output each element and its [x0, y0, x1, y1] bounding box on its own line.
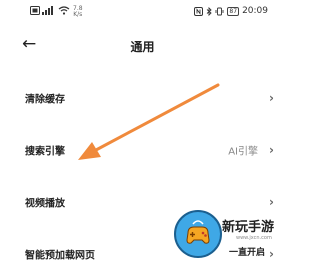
wifi-icon — [58, 6, 70, 15]
setting-label: 搜索引擎 — [25, 146, 65, 158]
watermark-slogan: 一直开启 — [229, 248, 266, 258]
signal-icon — [42, 6, 53, 15]
chevron-right-icon: › — [269, 143, 274, 157]
setting-label: 视频播放 — [25, 198, 65, 210]
chevron-right-icon: › — [269, 91, 274, 105]
watermark: 新玩手游 www.jxcn.com 一直开启 — [174, 210, 285, 260]
setting-search-engine[interactable]: 搜索引擎 AI引擎 › — [0, 128, 285, 172]
clock: 20:09 — [242, 6, 268, 16]
network-speed-unit: K/s — [73, 11, 83, 18]
status-left: 7.8 K/s — [30, 6, 83, 18]
gamepad-icon — [186, 220, 210, 244]
title-bar: ← 通用 — [0, 30, 285, 62]
nfc-icon — [194, 6, 204, 16]
watermark-name: 新玩手游 — [222, 220, 275, 235]
network-speed: 7.8 K/s — [73, 6, 83, 18]
bluetooth-icon — [207, 6, 213, 16]
sim-card-icon — [30, 6, 40, 15]
status-right: 87 20:09 — [194, 6, 268, 16]
setting-label: 智能预加载网页 — [25, 250, 95, 262]
watermark-url: www.jxcn.com — [236, 235, 272, 241]
vibrate-icon — [215, 7, 224, 15]
setting-value: AI引擎 — [228, 146, 258, 158]
setting-label: 清除缓存 — [25, 94, 65, 106]
setting-clear-cache[interactable]: 清除缓存 › — [0, 76, 285, 120]
chevron-right-icon: › — [269, 195, 274, 209]
battery-level: 87 — [227, 6, 240, 16]
status-bar: 7.8 K/s 87 20:09 — [0, 0, 285, 22]
watermark-logo — [174, 210, 222, 258]
page-title: 通用 — [130, 40, 155, 54]
